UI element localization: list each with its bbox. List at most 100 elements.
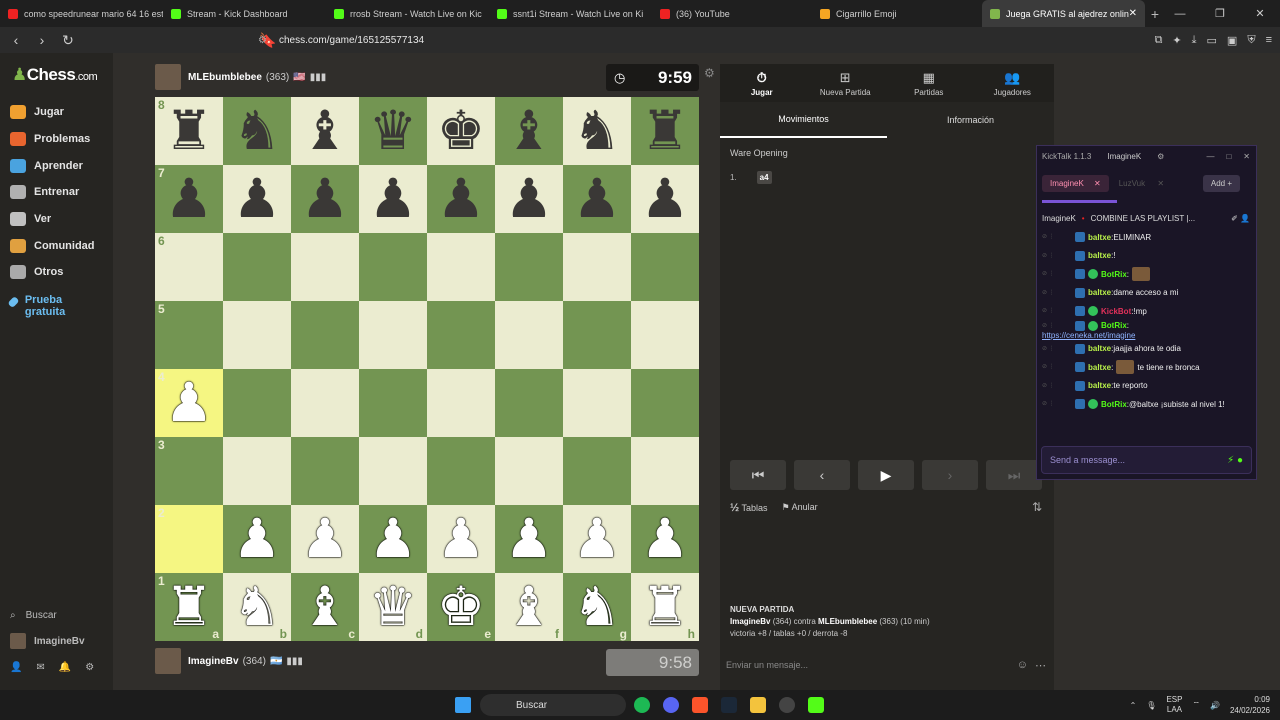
kicktalk-send-input[interactable]: Send a message... ⚡ ● bbox=[1041, 446, 1252, 474]
square-h8[interactable]: ♜ bbox=[631, 97, 699, 165]
download-icon[interactable]: ⤓ bbox=[1192, 34, 1197, 47]
friends-icon[interactable]: 👤 bbox=[10, 662, 22, 673]
square-a3[interactable]: 3 bbox=[155, 437, 223, 505]
first-move-button[interactable]: ⏮ bbox=[730, 460, 786, 490]
close-tab-icon[interactable]: ✕ bbox=[1157, 179, 1164, 188]
menu-icon[interactable]: ≡ bbox=[1266, 34, 1272, 47]
last-move-button[interactable]: ⏭ bbox=[986, 460, 1042, 490]
sidebar-item-comunidad[interactable]: Comunidad bbox=[10, 232, 95, 259]
square-h5[interactable] bbox=[631, 301, 699, 369]
black-bishop-icon[interactable]: ♝ bbox=[301, 104, 349, 158]
square-f7[interactable]: ♟ bbox=[495, 165, 563, 233]
emoji-icon[interactable]: ☺ bbox=[1017, 659, 1028, 671]
square-b4[interactable] bbox=[223, 369, 291, 437]
chat-message[interactable]: ⊘ ⋮ BotRix: https://ceneka.net/imagine bbox=[1042, 320, 1251, 340]
player-name[interactable]: ImagineBv bbox=[188, 656, 239, 667]
kicktalk-tab-other[interactable]: LuzVuk ✕ bbox=[1119, 179, 1164, 188]
square-d2[interactable]: ♟ bbox=[359, 505, 427, 573]
wifi-icon[interactable]: ⌔ bbox=[1192, 700, 1200, 710]
bell-icon[interactable]: 🔔 bbox=[59, 662, 71, 673]
game-chat-input[interactable]: Enviar un mensaje... ☺ ⋯ bbox=[720, 654, 1054, 676]
black-pawn-icon[interactable]: ♟ bbox=[437, 172, 485, 226]
sidebar-item-problemas[interactable]: Problemas bbox=[10, 126, 95, 153]
white-pawn-icon[interactable]: ♟ bbox=[369, 512, 417, 566]
kicktalk-add-button[interactable]: Add + bbox=[1202, 174, 1240, 192]
white-pawn-icon[interactable]: ♟ bbox=[505, 512, 553, 566]
mod-actions-icon[interactable]: ⊘ ⋮ bbox=[1042, 345, 1072, 353]
puzzle-icon[interactable]: ✦ bbox=[1172, 34, 1181, 47]
chat-username[interactable]: BotRix bbox=[1101, 400, 1127, 409]
black-rook-icon[interactable]: ♜ bbox=[641, 104, 689, 158]
mic-icon[interactable]: 🎙 bbox=[1146, 701, 1156, 710]
close-tab-icon[interactable]: ✕ bbox=[1129, 8, 1137, 19]
square-h3[interactable] bbox=[631, 437, 699, 505]
chat-message[interactable]: ⊘ ⋮ KickBot: !mp bbox=[1042, 302, 1251, 321]
square-f2[interactable]: ♟ bbox=[495, 505, 563, 573]
square-c1[interactable]: c ♝ bbox=[291, 573, 359, 641]
chat-link[interactable]: https://ceneka.net/imagine bbox=[1042, 331, 1251, 340]
black-pawn-icon[interactable]: ♟ bbox=[369, 172, 417, 226]
sidebar-item-otros[interactable]: Otros bbox=[10, 259, 95, 286]
kicktalk-user[interactable]: ImagineK bbox=[1107, 152, 1141, 161]
black-pawn-icon[interactable]: ♟ bbox=[165, 172, 213, 226]
chat-username[interactable]: baltxe bbox=[1088, 288, 1111, 297]
abort-button[interactable]: ⚑ Anular bbox=[782, 502, 818, 514]
maximize-icon[interactable]: □ bbox=[1226, 152, 1231, 161]
mod-actions-icon[interactable]: ⊘ ⋮ bbox=[1042, 252, 1072, 260]
chat-message[interactable]: ⊘ ⋮ baltxe: jaajja ahora te odia bbox=[1042, 340, 1251, 359]
chat-username[interactable]: baltxe bbox=[1088, 363, 1111, 372]
folder-icon[interactable] bbox=[750, 697, 766, 713]
sidebar-search[interactable]: ⌕ Buscar bbox=[10, 602, 94, 628]
sidebar-icon[interactable]: ▭ bbox=[1207, 34, 1217, 47]
kicktalk-tab-active[interactable]: ImagineK ✕ bbox=[1042, 174, 1109, 192]
black-pawn-icon[interactable]: ♟ bbox=[233, 172, 281, 226]
square-a8[interactable]: 8 ♜ bbox=[155, 97, 223, 165]
chat-username[interactable]: baltxe bbox=[1088, 251, 1111, 260]
white-king-icon[interactable]: ♚ bbox=[437, 580, 485, 634]
tab-jugar[interactable]: ⏱ Jugar bbox=[720, 64, 804, 102]
white-pawn-icon[interactable]: ♟ bbox=[437, 512, 485, 566]
extension-icon[interactable]: ⧉ bbox=[1155, 34, 1163, 47]
mod-actions-icon[interactable]: ⊘ ⋮ bbox=[1042, 382, 1072, 390]
square-a2[interactable]: 2 bbox=[155, 505, 223, 573]
volume-icon[interactable]: 🔊 bbox=[1210, 701, 1220, 710]
obs-icon[interactable] bbox=[779, 697, 795, 713]
opponent-name[interactable]: MLEbumblebee bbox=[188, 72, 262, 83]
tab-informacion[interactable]: Información bbox=[887, 102, 1054, 138]
square-a5[interactable]: 5 bbox=[155, 301, 223, 369]
square-c8[interactable]: ♝ bbox=[291, 97, 359, 165]
chat-username[interactable]: baltxe bbox=[1088, 344, 1111, 353]
square-d7[interactable]: ♟ bbox=[359, 165, 427, 233]
language-indicator[interactable]: ESP LAA bbox=[1166, 695, 1182, 715]
square-e1[interactable]: e ♚ bbox=[427, 573, 495, 641]
white-pawn-icon[interactable]: ♟ bbox=[301, 512, 349, 566]
white-knight-icon[interactable]: ♞ bbox=[573, 580, 621, 634]
black-knight-icon[interactable]: ♞ bbox=[573, 104, 621, 158]
square-b2[interactable]: ♟ bbox=[223, 505, 291, 573]
mod-actions-icon[interactable]: ⊘ ⋮ bbox=[1042, 233, 1072, 241]
square-e7[interactable]: ♟ bbox=[427, 165, 495, 233]
next-move-button[interactable]: › bbox=[922, 460, 978, 490]
square-h2[interactable]: ♟ bbox=[631, 505, 699, 573]
steam-icon[interactable] bbox=[721, 697, 737, 713]
square-g6[interactable] bbox=[563, 233, 631, 301]
square-b8[interactable]: ♞ bbox=[223, 97, 291, 165]
chat-message[interactable]: ⊘ ⋮ baltxe: ELIMINAR bbox=[1042, 228, 1251, 247]
white-pawn-icon[interactable]: ♟ bbox=[165, 376, 213, 430]
black-bishop-icon[interactable]: ♝ bbox=[505, 104, 553, 158]
sidebar-item-prueba-gratuita[interactable]: Prueba gratuita bbox=[7, 294, 80, 321]
sidebar-item-aprender[interactable]: Aprender bbox=[10, 152, 95, 179]
square-a7[interactable]: 7 ♟ bbox=[155, 165, 223, 233]
close-icon[interactable]: ✕ bbox=[1243, 152, 1250, 161]
wallet-icon[interactable]: ▣ bbox=[1227, 34, 1237, 47]
browser-tab[interactable]: Stream - Kick Dashboard bbox=[163, 0, 326, 27]
taskbar-search[interactable]: Buscar bbox=[480, 694, 626, 716]
mod-actions-icon[interactable]: ⊘ ⋮ bbox=[1042, 400, 1072, 408]
shield-icon[interactable]: ⛨ bbox=[1247, 34, 1255, 47]
tab-partidas[interactable]: ▦ Partidas bbox=[887, 64, 971, 102]
browser-tab[interactable]: Juega GRATIS al ajedrez onlin ✕ bbox=[982, 0, 1145, 27]
chat-message[interactable]: ⊘ ⋮ baltxe: te reporto bbox=[1042, 377, 1251, 396]
minimize-icon[interactable]: — bbox=[1160, 0, 1200, 27]
square-g5[interactable] bbox=[563, 301, 631, 369]
square-d3[interactable] bbox=[359, 437, 427, 505]
